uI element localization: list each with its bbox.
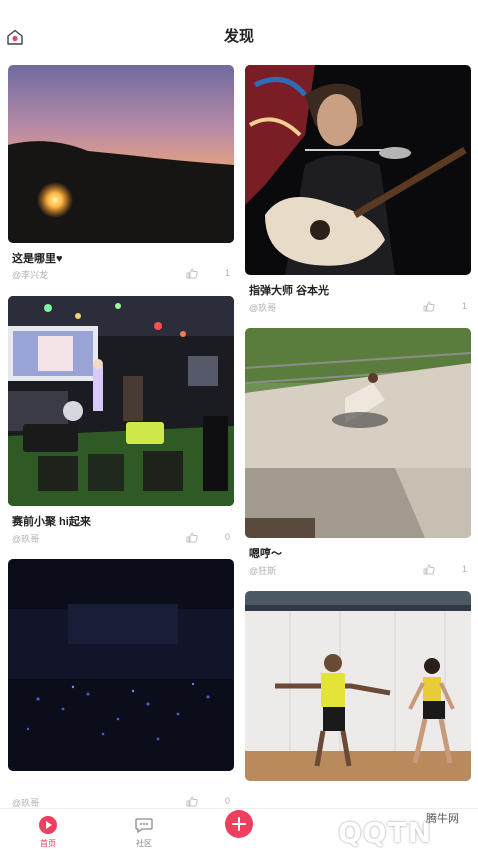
like-count: 1 (461, 564, 467, 574)
card-image[interactable] (245, 65, 471, 275)
watermark-logo-icon (294, 808, 332, 844)
card-image[interactable] (8, 559, 234, 771)
tab-label: 首页 (40, 839, 56, 848)
card-image[interactable] (8, 65, 234, 243)
card-author[interactable]: @狂斯 (249, 564, 276, 577)
feed-card[interactable] (245, 591, 471, 807)
play-circle-icon (39, 816, 57, 834)
card-author[interactable]: @玖哥 (12, 532, 39, 545)
feed-card[interactable]: 这是哪里♥ @李兴龙 1 (8, 65, 234, 285)
card-caption: 指弹大师 谷本光 (249, 285, 330, 297)
site-watermark: QQTN 腾牛网 (290, 798, 478, 851)
tab-label: 社区 (136, 839, 152, 848)
card-caption: 这是哪里♥ (12, 253, 63, 265)
feed-card[interactable]: @玖哥 0 (8, 559, 234, 809)
card-author[interactable]: @玖哥 (249, 301, 276, 314)
thumbs-up-icon[interactable] (186, 268, 198, 279)
thumbs-up-icon[interactable] (423, 301, 435, 312)
page-title: 发现 (223, 28, 254, 45)
like-count: 1 (224, 268, 230, 278)
like-count: 0 (224, 532, 230, 542)
tab-home[interactable]: 首页 (8, 809, 88, 851)
thumbs-up-icon[interactable] (186, 796, 198, 807)
feed-card[interactable]: 嗯哼～ @狂斯 1 (245, 328, 471, 578)
like-count: 0 (224, 796, 230, 806)
card-image[interactable] (245, 591, 471, 781)
card-caption: 嗯哼～ (249, 548, 282, 560)
chat-bubble-icon (135, 818, 153, 834)
card-image[interactable] (245, 328, 471, 538)
feed-card[interactable]: 指弹大师 谷本光 @玖哥 1 (245, 65, 471, 315)
card-author[interactable]: @李兴龙 (12, 268, 48, 281)
tab-community[interactable]: 社区 (104, 809, 184, 851)
thumbs-up-icon[interactable] (186, 532, 198, 543)
watermark-text: QQTN (338, 816, 433, 849)
card-caption: 赛前小聚 hi起来 (12, 516, 91, 528)
card-image[interactable] (8, 296, 234, 506)
top-header: 发现 (0, 0, 478, 56)
feed-card[interactable]: 赛前小聚 hi起来 @玖哥 0 (8, 296, 234, 546)
watermark-site-name: 腾牛网 (426, 813, 459, 825)
add-post-button[interactable] (225, 810, 253, 838)
thumbs-up-icon[interactable] (423, 564, 435, 575)
like-count: 1 (461, 301, 467, 311)
